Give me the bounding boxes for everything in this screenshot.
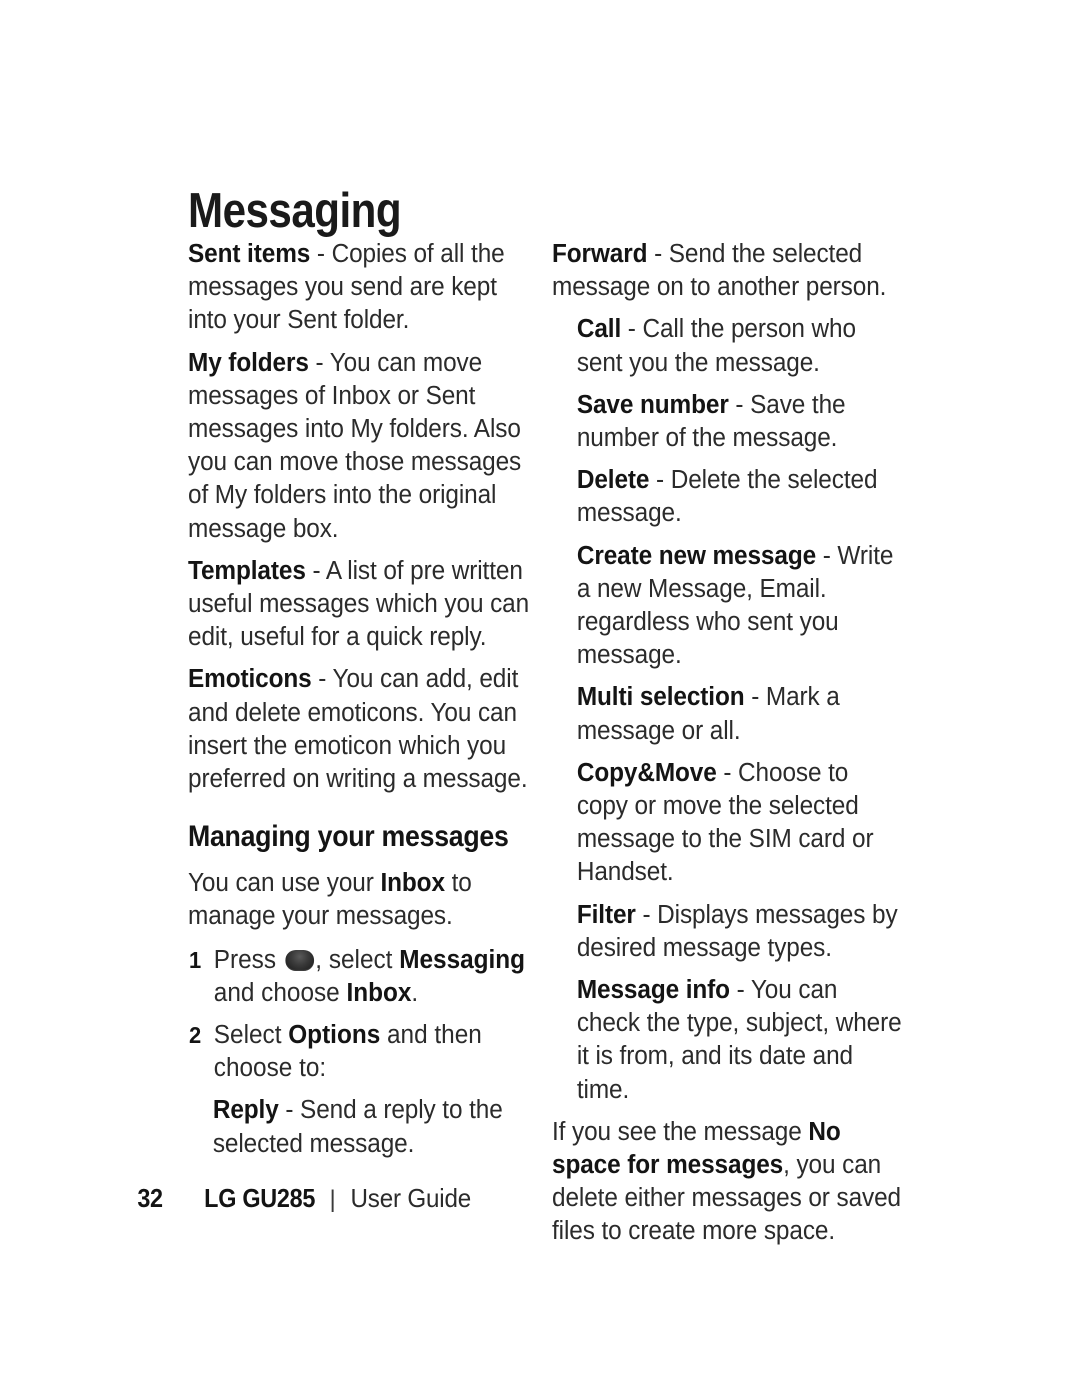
definition-paragraph: Message info - You can check the type, s… xyxy=(552,974,903,1107)
definition-paragraph: Emoticons - You can add, edit and delete… xyxy=(188,663,539,796)
closing-note-paragraph: If you see the message No space for mess… xyxy=(552,1116,903,1249)
intro-text-before: You can use your xyxy=(188,869,381,898)
ok-key-icon xyxy=(285,949,315,971)
definition-term: Message info xyxy=(576,976,730,1005)
definition-dash: - xyxy=(305,556,326,585)
page-title: Messaging xyxy=(188,183,402,238)
definition-dash: - xyxy=(278,1096,301,1125)
definition-term: Forward xyxy=(552,240,648,268)
intro-bold-inbox: Inbox xyxy=(380,869,445,898)
left-column: Sent items - Copies of all the messages … xyxy=(188,238,540,1170)
definition-paragraph: Multi selection - Mark a message or all. xyxy=(552,681,903,747)
definition-paragraph: Delete - Delete the selected message. xyxy=(552,464,903,530)
step-text-after-icon: , select xyxy=(315,945,400,974)
step-text-end: . xyxy=(411,978,419,1007)
step-number: 2 xyxy=(188,1022,202,1049)
definition-term: Save number xyxy=(576,390,729,419)
definition-dash: - xyxy=(716,758,739,787)
definition-dash: - xyxy=(310,240,332,268)
document-page: Messaging Sent items - Copies of all the… xyxy=(0,0,1080,1388)
step-bold-options: Options xyxy=(288,1021,381,1050)
definition-term: My folders xyxy=(188,348,309,377)
definition-term: Sent items xyxy=(188,240,311,268)
definition-term: Reply xyxy=(212,1096,279,1125)
definition-paragraph: Filter - Displays messages by desired me… xyxy=(552,899,903,965)
definition-paragraph: Sent items - Copies of all the messages … xyxy=(188,238,539,338)
definition-dash: - xyxy=(729,976,751,1005)
definition-dash: - xyxy=(728,390,751,419)
steps-list: 1 Press , select Messaging and choose Inb… xyxy=(188,944,540,1086)
definition-paragraph-reply: Reply - Send a reply to the selected mes… xyxy=(188,1094,539,1160)
definition-term: Emoticons xyxy=(188,665,312,694)
footer-separator: | xyxy=(329,1186,336,1213)
definition-dash: - xyxy=(635,900,658,929)
definition-term: Create new message xyxy=(576,541,817,570)
definition-paragraph: My folders - You can move messages of In… xyxy=(188,347,539,546)
footer-page-number: 32 xyxy=(137,1183,163,1213)
footer-doc-type: User Guide xyxy=(350,1183,471,1213)
footer-brand: LG GU285 xyxy=(204,1183,316,1213)
right-column: Forward - Send the selected message on t… xyxy=(552,238,904,1258)
intro-paragraph: You can use your Inbox to manage your me… xyxy=(188,867,539,933)
step-item: 2 Select Options and then choose to: xyxy=(188,1019,565,1085)
definition-term: Delete xyxy=(576,466,650,495)
definition-paragraph: Create new message - Write a new Message… xyxy=(552,540,903,673)
definition-dash: - xyxy=(744,683,766,712)
definition-dash: - xyxy=(816,541,838,570)
definition-paragraph: Call - Call the person who sent you the … xyxy=(552,313,903,379)
definition-paragraph: Templates - A list of pre written useful… xyxy=(188,555,539,655)
definition-paragraph: Forward - Send the selected message on t… xyxy=(552,238,903,304)
definition-paragraph: Copy&Move - Choose to copy or move the s… xyxy=(552,757,903,890)
step-text-middle: and choose xyxy=(213,978,347,1007)
definition-term: Templates xyxy=(188,556,306,585)
page-footer: 32 LG GU285 | User Guide xyxy=(136,1183,475,1214)
step-text-before: Select xyxy=(213,1021,289,1050)
definition-term: Multi selection xyxy=(576,683,745,712)
step-number: 1 xyxy=(188,946,202,973)
step-bold-messaging: Messaging xyxy=(399,945,526,974)
closing-note-before: If you see the message xyxy=(552,1117,809,1146)
step-text-before-icon: Press xyxy=(213,945,283,974)
step-bold-inbox: Inbox xyxy=(346,978,412,1007)
definition-text: You can move messages of Inbox or Sent m… xyxy=(188,348,522,543)
definition-dash: - xyxy=(621,315,643,344)
definition-dash: - xyxy=(647,240,669,268)
step-item: 1 Press , select Messaging and choose Inb… xyxy=(188,944,565,1010)
definition-paragraph: Save number - Save the number of the mes… xyxy=(552,389,903,455)
definition-term: Call xyxy=(576,315,622,344)
definition-term: Filter xyxy=(576,900,636,929)
definition-dash: - xyxy=(649,466,671,495)
definition-dash: - xyxy=(311,665,333,694)
section-heading-managing-your-messages: Managing your messages xyxy=(188,820,509,854)
definition-term: Copy&Move xyxy=(576,758,717,787)
definition-dash: - xyxy=(308,348,330,377)
